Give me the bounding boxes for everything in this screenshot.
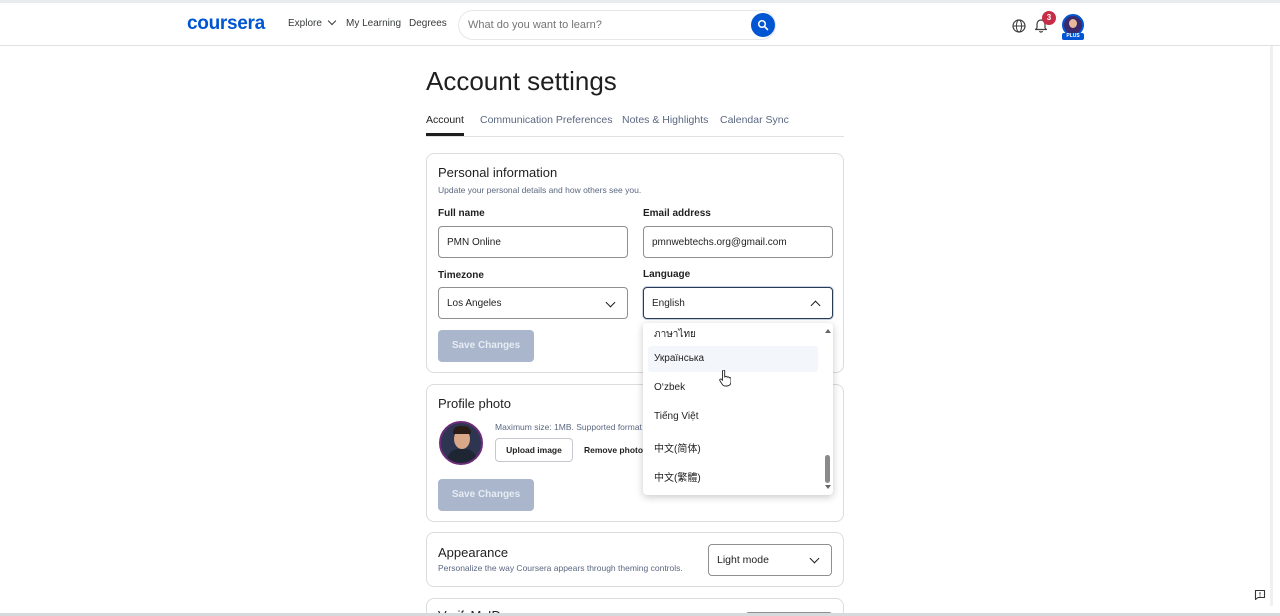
language-label: Language — [643, 269, 691, 280]
appearance-title: Appearance — [438, 545, 509, 560]
profile-photo — [439, 421, 483, 465]
upload-image-button[interactable]: Upload image — [495, 438, 573, 462]
save-changes-button[interactable]: Save Changes — [438, 330, 534, 362]
appearance-card: Appearance Personalize the way Coursera … — [426, 532, 844, 587]
search-input[interactable] — [468, 19, 738, 31]
tab-communication-preferences[interactable]: Communication Preferences — [480, 114, 612, 126]
my-learning-link[interactable]: My Learning — [346, 18, 401, 29]
top-header: coursera Explore My Learning Degrees 3 P… — [0, 3, 1280, 46]
language-option-chinese-traditional[interactable]: 中文(繁體) — [648, 462, 818, 488]
profile-photo-title: Profile photo — [438, 396, 511, 411]
chevron-up-icon — [810, 300, 821, 311]
appearance-subtitle: Personalize the way Coursera appears thr… — [438, 563, 683, 573]
search-icon — [757, 19, 769, 31]
timezone-select[interactable]: Los Angeles — [438, 287, 628, 319]
notification-count-badge: 3 — [1042, 11, 1056, 25]
timezone-value: Los Angeles — [447, 298, 502, 309]
language-option-uzbek[interactable]: O‘zbek — [648, 375, 818, 401]
search-bar — [458, 10, 776, 40]
plus-badge: PLUS — [1062, 33, 1084, 40]
language-option-vietnamese[interactable]: Tiếng Việt — [648, 404, 818, 430]
language-select[interactable]: English — [643, 287, 833, 319]
language-dropdown-list: ภาษาไทย Українська O‘zbek Tiếng Việt 中文(… — [643, 323, 833, 495]
tab-account[interactable]: Account — [426, 114, 464, 126]
coursera-logo[interactable]: coursera — [187, 13, 265, 35]
search-button[interactable] — [751, 13, 775, 37]
email-field[interactable]: pmnwebtechs.org@gmail.com — [643, 226, 833, 258]
language-value: English — [652, 298, 685, 309]
page-title: Account settings — [426, 66, 617, 96]
theme-mode-select[interactable]: Light mode — [708, 544, 832, 576]
personal-info-subtitle: Update your personal details and how oth… — [438, 185, 642, 195]
explore-menu[interactable]: Explore — [288, 16, 337, 29]
timezone-label: Timezone — [438, 270, 484, 281]
dropdown-scrollbar[interactable] — [824, 327, 831, 491]
language-option-ukrainian[interactable]: Українська — [648, 346, 818, 372]
photo-size-info: Maximum size: 1MB. Supported format — [495, 422, 642, 432]
photo-body — [447, 449, 477, 463]
hand-pointer-icon — [719, 370, 731, 387]
active-tab-indicator — [426, 133, 464, 136]
personal-info-title: Personal information — [438, 165, 558, 180]
theme-mode-value: Light mode — [717, 554, 769, 566]
full-name-label: Full name — [438, 208, 485, 219]
chevron-down-icon — [605, 297, 616, 308]
tab-notes-highlights[interactable]: Notes & Highlights — [622, 114, 708, 126]
settings-tabs: Account Communication Preferences Notes … — [426, 112, 844, 137]
full-name-value: PMN Online — [447, 237, 501, 248]
photo-hair — [453, 426, 471, 434]
scroll-down-arrow-icon[interactable] — [825, 485, 831, 489]
language-option-thai[interactable]: ภาษาไทย — [648, 323, 818, 346]
globe-icon[interactable] — [1012, 19, 1026, 33]
scrollbar-thumb[interactable] — [825, 455, 830, 483]
full-name-field[interactable]: PMN Online — [438, 226, 628, 258]
tab-calendar-sync[interactable]: Calendar Sync — [720, 114, 789, 126]
save-photo-button[interactable]: Save Changes — [438, 479, 534, 511]
scroll-up-arrow-icon[interactable] — [825, 329, 831, 333]
page-scrollbar[interactable] — [1270, 46, 1273, 606]
language-option-chinese-simplified[interactable]: 中文(简体) — [648, 433, 818, 459]
degrees-link[interactable]: Degrees — [409, 18, 447, 29]
email-value: pmnwebtechs.org@gmail.com — [652, 237, 787, 248]
email-label: Email address — [643, 208, 711, 219]
chevron-down-icon — [327, 16, 337, 26]
feedback-icon[interactable] — [1254, 589, 1266, 601]
explore-label: Explore — [288, 18, 322, 29]
remove-photo-button[interactable]: Remove photo — [584, 445, 643, 455]
avatar-face — [1069, 19, 1077, 28]
chevron-down-icon — [809, 553, 820, 564]
